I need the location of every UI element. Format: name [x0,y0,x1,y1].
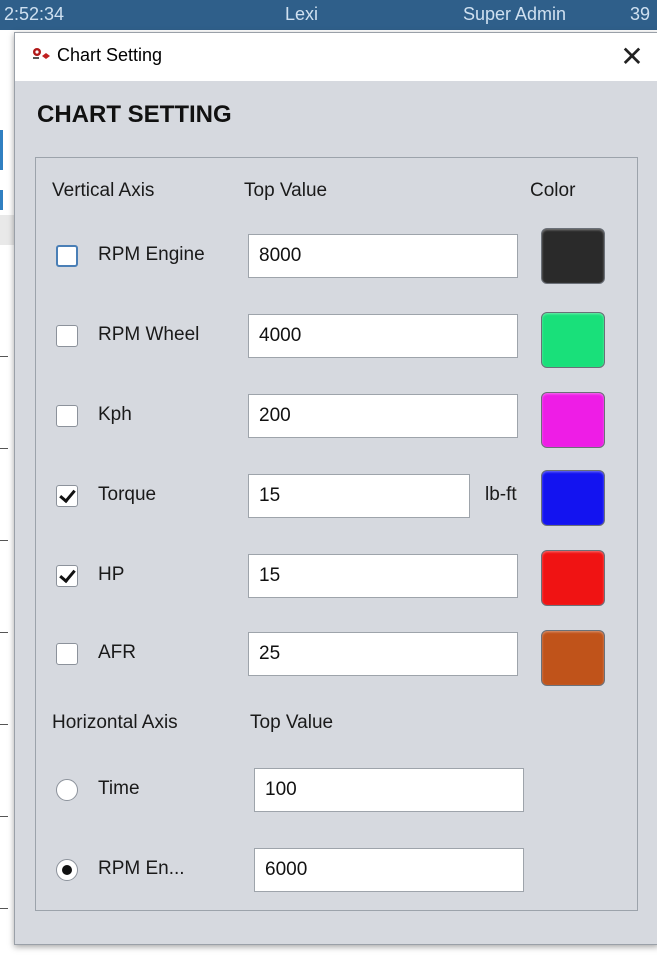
torque-label: Torque [98,484,157,505]
afr-label: AFR [98,642,136,663]
torque-color-button[interactable] [541,470,605,526]
rpm-engine-checkbox[interactable] [56,245,78,267]
vertical-row-hp: HP 15 [36,550,637,624]
hp-label: HP [98,564,125,585]
horizontal-axis-header: Horizontal Axis [52,712,178,733]
background-tick [0,632,8,633]
vertical-top-value-header: Top Value [244,180,328,201]
background-accent [0,130,3,170]
dialog-heading: CHART SETTING [37,101,232,128]
horizontal-row-time: Time 100 [36,768,637,838]
afr-top-value-input[interactable]: 25 [248,632,518,676]
background-tick [0,448,8,449]
time-label: Time [98,778,140,799]
background-accent [0,190,3,210]
horizontal-top-value-header: Top Value [250,712,334,733]
close-icon[interactable]: ✕ [614,37,650,77]
app-icon [33,48,50,59]
rpm-wheel-top-value-input[interactable]: 4000 [248,314,518,358]
background-time: 2:52:34 [4,4,65,24]
kph-top-value-input[interactable]: 200 [248,394,518,438]
rpm-engine-top-value-input[interactable]: 8000 [248,234,518,278]
background-status-bar: 2:52:34 Lexi Super Admin 39 [0,0,657,30]
rpm-wheel-checkbox[interactable] [56,325,78,347]
hp-color-button[interactable] [541,550,605,606]
settings-group: Vertical Axis Top Value Color RPM Engine… [35,157,638,911]
rpm-engine-color-button[interactable] [541,228,605,284]
hp-checkbox[interactable] [56,565,78,587]
rpm-wheel-color-button[interactable] [541,312,605,368]
vertical-row-afr: AFR 25 [36,630,637,702]
torque-top-value-input[interactable]: 15 [248,474,470,518]
kph-color-button[interactable] [541,392,605,448]
vertical-axis-header: Vertical Axis [52,180,155,201]
kph-checkbox[interactable] [56,405,78,427]
chart-setting-dialog: Chart Setting ✕ CHART SETTING Vertical A… [14,32,657,945]
background-role: Super Admin [463,4,567,24]
background-extra: 39 [630,4,651,24]
hp-top-value-input[interactable]: 15 [248,554,518,598]
afr-color-button[interactable] [541,630,605,686]
rpm-engine-radio-label: RPM En... [98,858,185,879]
background-tick [0,540,8,541]
time-radio[interactable] [56,779,78,801]
vertical-row-kph: Kph 200 [36,392,637,464]
background-tick [0,724,8,725]
rpm-engine-radio[interactable] [56,859,78,881]
background-user: Lexi [285,4,319,24]
torque-checkbox[interactable] [56,485,78,507]
rpm-engine-label: RPM Engine [98,244,205,265]
horizontal-row-rpm-engine: RPM En... 6000 [36,848,637,918]
rpm-engine-horizontal-top-value-input[interactable]: 6000 [254,848,524,892]
kph-label: Kph [98,404,132,425]
window-title: Chart Setting [57,45,163,65]
color-header: Color [530,180,576,201]
background-tick [0,816,8,817]
background-tick [0,908,8,909]
vertical-row-rpm-wheel: RPM Wheel 4000 [36,312,637,384]
vertical-row-torque: Torque 15 lb-ft [36,470,637,544]
afr-checkbox[interactable] [56,643,78,665]
rpm-wheel-label: RPM Wheel [98,324,200,345]
title-bar[interactable]: Chart Setting ✕ [15,33,657,81]
time-top-value-input[interactable]: 100 [254,768,524,812]
torque-unit-label: lb-ft [485,484,517,505]
background-tick [0,356,8,357]
vertical-row-rpm-engine: RPM Engine 8000 [36,228,637,304]
